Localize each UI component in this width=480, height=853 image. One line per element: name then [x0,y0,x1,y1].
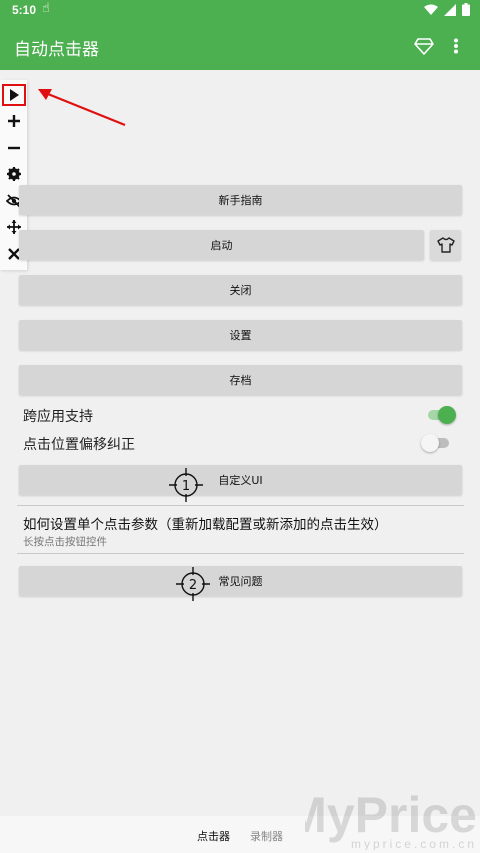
watermark-brand: MyPrice [305,787,477,843]
diamond-icon[interactable] [412,34,436,58]
target-marker-2: 2 [176,567,210,601]
close-button[interactable]: 关闭 [19,275,462,305]
shirt-icon[interactable] [430,230,461,260]
app-title: 自动点击器 [14,40,99,60]
touch-icon: ☝ [42,1,50,16]
custom-ui-button[interactable]: 自定义UI [19,465,462,495]
status-time: 5:10 [12,3,37,17]
divider [17,553,464,554]
watermark-logo: MyPrice myprice.com.cn [305,787,477,850]
status-bar: 5:10 ☝ [0,0,480,22]
info-title: 如何设置单个点击参数（重新加载配置或新添加的点击生效） [23,517,388,533]
target-marker-1: 1 [169,468,203,502]
wifi-icon [424,4,438,15]
battery-icon [462,3,470,16]
target-marker-1-label: 1 [182,479,190,494]
guide-button[interactable]: 新手指南 [19,185,462,215]
offset-fix-toggle[interactable] [421,433,451,453]
settings-button[interactable]: 设置 [19,320,462,350]
tab-clicker[interactable]: 点击器 [197,828,230,844]
cross-app-label: 跨应用支持 [23,409,93,425]
tab-recorder[interactable]: 录制器 [250,828,283,844]
signal-icon [444,3,456,16]
start-button[interactable]: 启动 [19,230,424,260]
info-subtitle: 长按点击按钮控件 [23,536,107,548]
plus-icon[interactable] [2,110,26,132]
offset-fix-label: 点击位置偏移纠正 [23,437,135,453]
divider [17,505,464,506]
gear-icon[interactable] [2,163,26,185]
annotation-arrow [38,89,126,127]
status-icons [424,3,470,16]
play-icon[interactable] [2,84,26,106]
faq-button[interactable]: 常见问题 [19,566,462,596]
more-icon[interactable] [444,34,468,58]
app-bar: 自动点击器 [0,22,480,70]
cross-app-toggle[interactable] [426,405,456,425]
watermark-url: myprice.com.cn [351,837,477,850]
archive-button[interactable]: 存档 [19,365,462,395]
minus-icon[interactable] [2,137,26,159]
target-marker-2-label: 2 [189,578,197,593]
